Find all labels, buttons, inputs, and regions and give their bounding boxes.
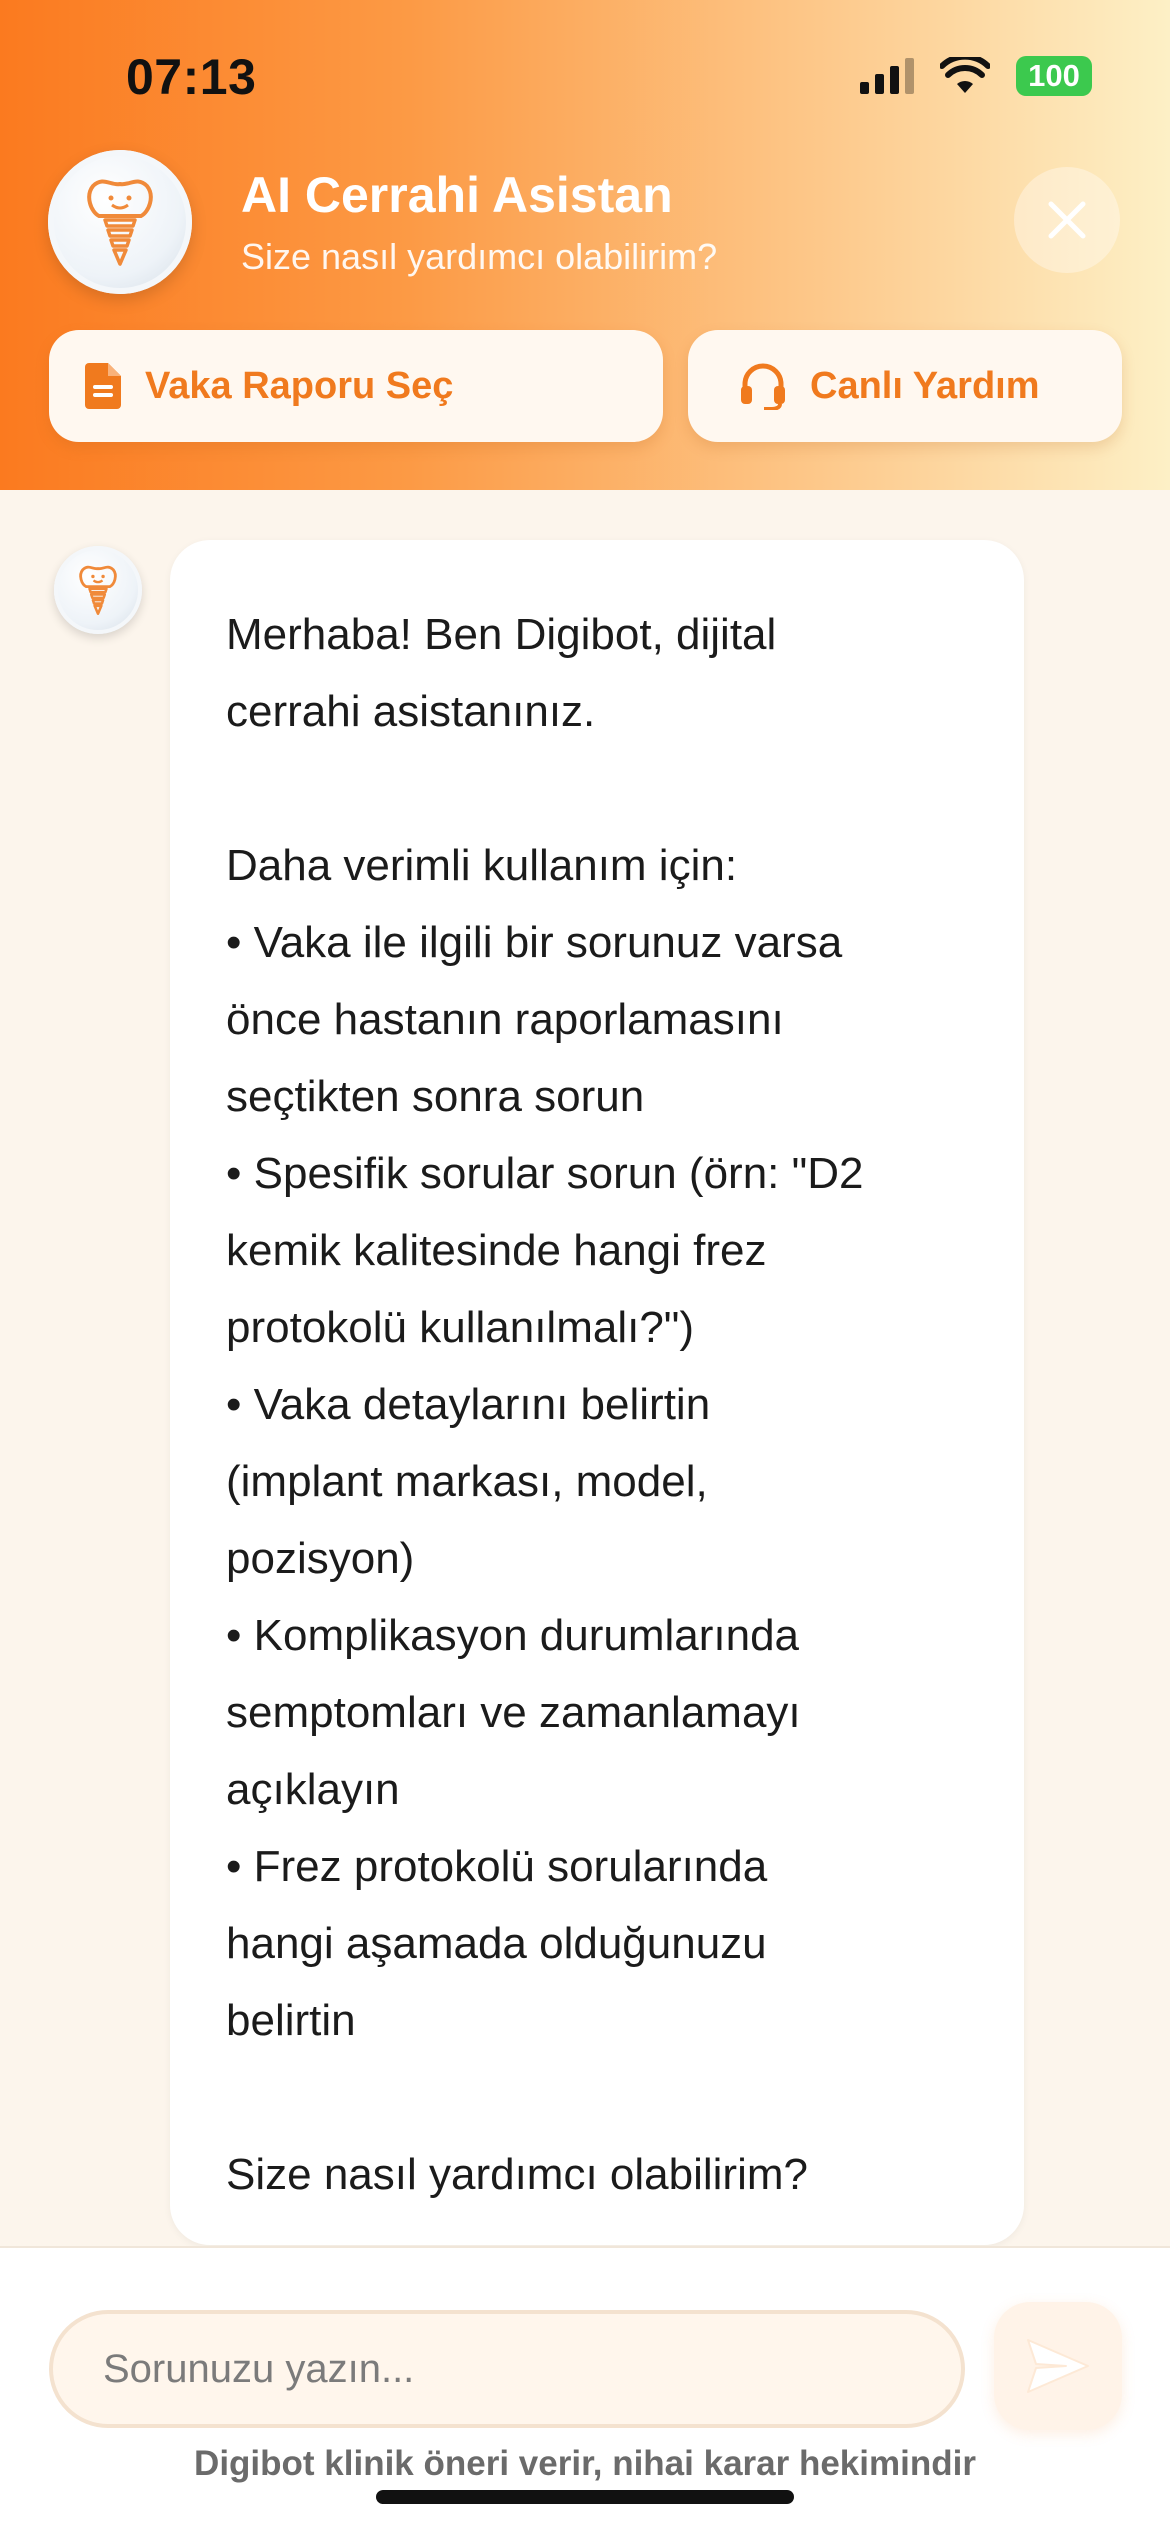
battery-indicator: 100 bbox=[1016, 56, 1092, 96]
message-input[interactable] bbox=[49, 2310, 965, 2428]
send-icon bbox=[1027, 2339, 1089, 2393]
document-icon bbox=[85, 363, 121, 409]
bot-message-text: Merhaba! Ben Digibot, dijital cerrahi as… bbox=[226, 610, 864, 2199]
page-subtitle: Size nasıl yardımcı olabilirim? bbox=[241, 236, 718, 277]
live-help-button[interactable]: Canlı Yardım bbox=[688, 330, 1122, 442]
header: 07:13 100 AI Cerrahi Asistan Size nasıl … bbox=[0, 0, 1170, 490]
page-title: AI Cerrahi Asistan bbox=[241, 167, 673, 223]
status-indicators: 100 bbox=[860, 56, 1092, 96]
send-button[interactable] bbox=[994, 2302, 1122, 2430]
select-case-report-button[interactable]: Vaka Raporu Seç bbox=[49, 330, 663, 442]
home-indicator[interactable] bbox=[376, 2490, 794, 2504]
disclaimer-text: Digibot klinik öneri verir, nihai karar … bbox=[194, 2444, 976, 2483]
live-help-label: Canlı Yardım bbox=[810, 364, 1040, 407]
status-time: 07:13 bbox=[126, 49, 257, 105]
tooth-implant-icon bbox=[87, 179, 153, 266]
select-case-report-label: Vaka Raporu Seç bbox=[145, 364, 454, 407]
bot-message-bubble: Merhaba! Ben Digibot, dijital cerrahi as… bbox=[170, 540, 1024, 2245]
bot-avatar bbox=[54, 546, 142, 634]
assistant-avatar bbox=[48, 150, 192, 294]
cellular-signal-icon bbox=[860, 58, 914, 94]
tooth-implant-icon bbox=[79, 565, 117, 615]
close-button[interactable] bbox=[1014, 167, 1120, 273]
chat-screen: 07:13 100 AI Cerrahi Asistan Size nasıl … bbox=[0, 0, 1170, 2532]
wifi-icon bbox=[940, 57, 990, 93]
headset-icon bbox=[740, 362, 786, 410]
close-icon bbox=[1048, 201, 1086, 239]
